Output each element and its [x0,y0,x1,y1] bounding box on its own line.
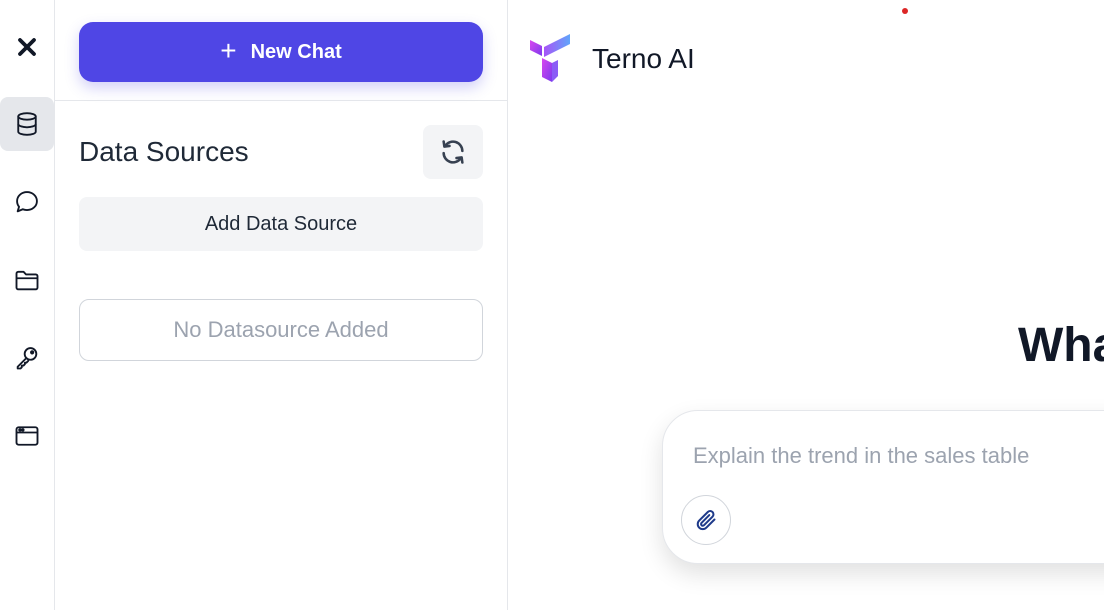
section-title: Data Sources [79,136,249,167]
close-button[interactable] [0,20,54,74]
folder-icon [15,270,39,291]
new-chat-label: New Chat [250,40,342,63]
notification-dot [902,8,908,14]
rail-item-keys[interactable] [0,331,54,385]
terno-logo [530,34,570,82]
hero-heading: Wha [1018,319,1104,372]
chat-input[interactable] [693,443,1104,469]
icon-rail [0,0,55,610]
rail-item-files[interactable] [0,253,54,307]
panel-header: + New Chat [55,0,507,101]
key-icon [16,347,38,370]
main-area: Terno AI Wha [508,0,1104,610]
refresh-button[interactable] [423,125,483,179]
rail-item-chats[interactable] [0,175,54,229]
brand: Terno AI [528,34,695,84]
chat-composer [662,410,1104,564]
add-data-source-button[interactable]: Add Data Source [79,197,483,251]
rail-item-browser[interactable] [0,409,54,463]
rail-item-data-sources[interactable] [0,97,54,151]
attach-button[interactable] [681,495,731,545]
app: + New Chat Data Sources Add Data Source … [0,0,1104,610]
plus-icon: + [220,34,237,66]
empty-state: No Datasource Added [79,299,483,361]
refresh-icon [442,140,464,164]
data-sources-panel: + New Chat Data Sources Add Data Source … [55,0,508,610]
chat-bubble-icon [16,191,38,213]
close-icon [18,38,36,56]
paperclip-icon [696,510,716,531]
empty-state-text: No Datasource Added [173,317,389,342]
database-icon [17,112,37,136]
new-chat-button[interactable]: + New Chat [79,22,483,82]
window-icon [15,426,39,446]
brand-name: Terno AI [592,43,695,74]
